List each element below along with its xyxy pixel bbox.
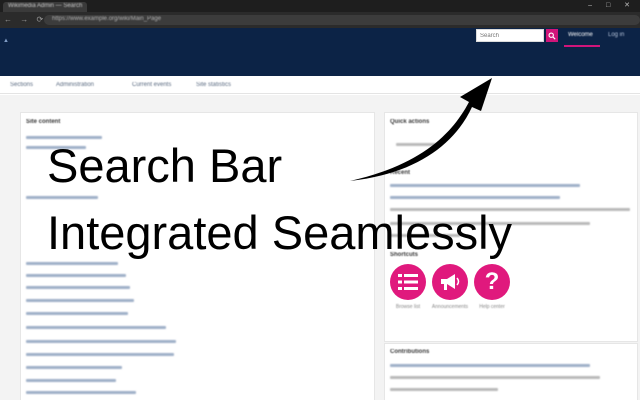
list-item[interactable] [26,366,122,369]
list-item[interactable] [26,286,130,289]
list-item[interactable] [390,376,600,379]
list-item[interactable] [390,196,560,199]
screenshot: Wikimedia Admin — Search – □ ✕ ← → ⟳ htt… [0,0,640,400]
browser-tab-bar: Wikimedia Admin — Search – □ ✕ [0,0,640,12]
list-item[interactable] [26,299,134,302]
site-header [0,28,640,76]
search-button[interactable] [546,29,558,42]
shortcut-caption: Announcements [431,304,469,310]
list-item[interactable] [26,274,126,277]
overlay-headline-line2: Integrated Seamlessly [47,206,513,259]
list-item[interactable] [26,196,98,199]
list-item[interactable] [390,364,590,367]
list-item[interactable] [390,388,498,391]
subnav-item-statistics[interactable]: Site statistics [196,82,231,88]
menu-icon[interactable]: ▲ [3,38,9,44]
header-link-login[interactable]: Log in [608,32,624,38]
shortcut-help-button[interactable]: ? [474,264,510,300]
subnav-item-current-events[interactable]: Current events [132,82,171,88]
active-link-indicator [564,45,600,47]
sub-navigation: Sections Administration Current events S… [0,76,640,94]
megaphone-icon [441,274,460,290]
browser-nav-icons[interactable]: ← → ⟳ [4,15,46,24]
left-panel-title: Site content [26,119,61,125]
list-item[interactable] [26,326,166,329]
contributions-title: Contributions [390,349,430,355]
search-icon [548,31,556,40]
shortcut-list-button[interactable] [390,264,426,300]
list-item[interactable] [26,312,128,315]
url-field[interactable]: https://www.example.org/wiki/Main_Page [44,15,640,25]
shortcut-announcements-button[interactable] [432,264,468,300]
browser-tab[interactable]: Wikimedia Admin — Search [3,2,87,12]
list-item[interactable] [26,262,118,265]
browser-tab-title: Wikimedia Admin — Search [8,3,83,9]
shortcut-caption: Browse list [395,304,421,310]
window-controls[interactable]: – □ ✕ [588,1,636,9]
browser-address-bar: ← → ⟳ https://www.example.org/wiki/Main_… [0,12,640,28]
list-icon [398,274,418,290]
question-icon: ? [484,268,500,295]
list-item[interactable] [26,391,136,394]
list-item[interactable] [26,353,174,356]
pointer-arrow-icon [350,78,492,181]
header-link-welcome[interactable]: Welcome [568,32,593,38]
search-input[interactable] [476,29,544,42]
subnav-item-administration[interactable]: Administration [56,82,94,88]
list-item[interactable] [26,340,176,343]
url-text: https://www.example.org/wiki/Main_Page [52,16,162,22]
list-item[interactable] [26,379,116,382]
shortcut-caption: Help center [479,304,505,310]
overlay-headline-line1: Search Bar [47,139,283,192]
subnav-item-sections[interactable]: Sections [10,82,33,88]
